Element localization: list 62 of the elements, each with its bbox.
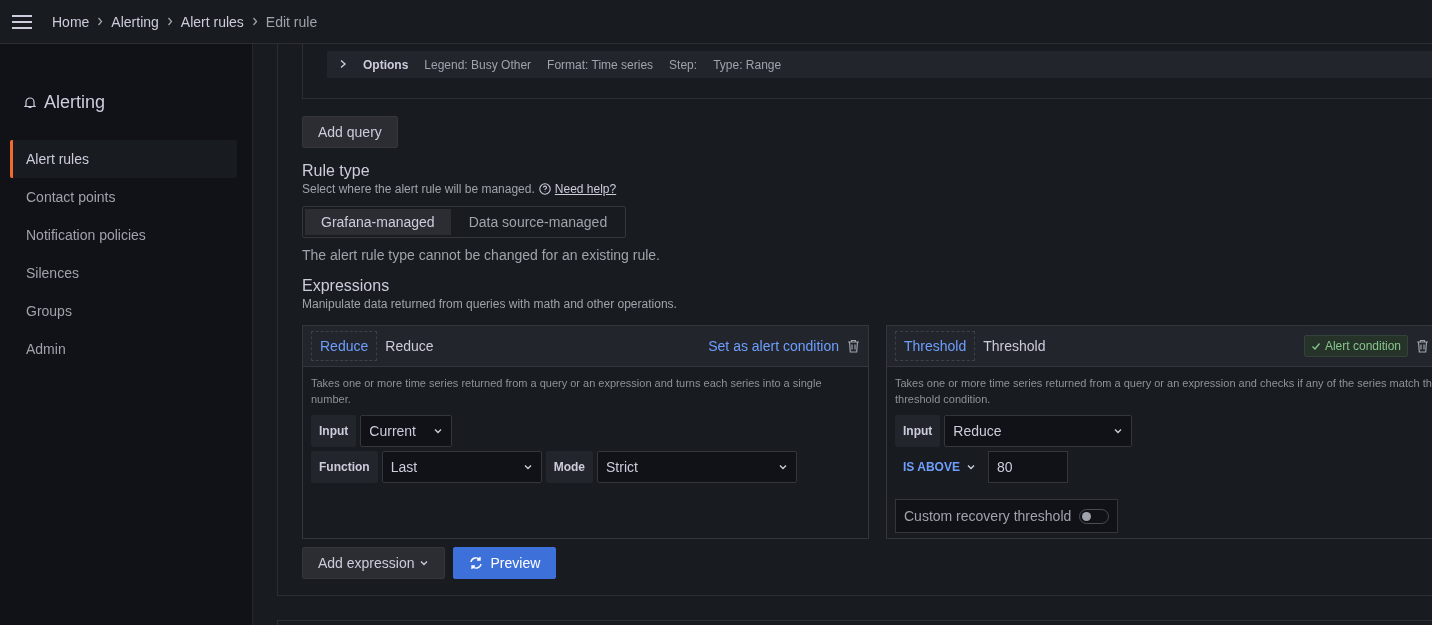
field-label: Input: [895, 415, 941, 447]
caret-icon: [522, 462, 533, 472]
section-heading: Expressions: [302, 277, 391, 295]
select-field[interactable]: Reduce: [944, 415, 1133, 447]
breadcrumb-link[interactable]: Edit rule: [265, 13, 318, 30]
expression-description: Takes one or more time series returned from a query or an expression and turns each series into a single number.: [311, 376, 823, 407]
select-field[interactable]: Last: [381, 451, 542, 483]
caret-icon: [433, 426, 444, 436]
operator-select[interactable]: IS ABOVE: [895, 451, 984, 483]
section-heading: Rule type: [302, 162, 371, 180]
toggle-label: Custom recovery threshold: [904, 508, 1072, 524]
rule-type-option[interactable]: Grafana-managed: [305, 209, 451, 235]
expression-name: Reduce: [385, 338, 435, 354]
preview-button[interactable]: Preview: [452, 547, 557, 579]
rule-type-note: The alert rule type cannot be changed for an existing rule.: [302, 247, 661, 263]
breadcrumb-link[interactable]: Home: [52, 13, 90, 30]
alert-condition-badge: Alert condition: [1303, 335, 1408, 357]
caret-icon: [418, 558, 429, 568]
bell-icon: [24, 96, 36, 109]
trash-icon[interactable]: [1416, 339, 1429, 353]
caret-icon: [1113, 426, 1124, 436]
field-label: Input: [311, 415, 357, 447]
rule-type-option[interactable]: Data source-managed: [452, 209, 624, 235]
options-label: Options: [363, 57, 409, 72]
section-description: Manipulate data returned from queries with math and other operations.: [302, 297, 677, 311]
option-summary: Step:: [669, 57, 698, 72]
breadcrumb-link[interactable]: Alerting: [111, 13, 159, 30]
breadcrumb-link[interactable]: Alert rules: [180, 13, 244, 30]
sidebar-item[interactable]: Silences: [10, 254, 237, 292]
select-field[interactable]: Strict: [597, 451, 797, 483]
expression-name: Threshold: [983, 338, 1047, 354]
field-label: Function: [311, 451, 378, 483]
option-summary: Type: Range: [713, 57, 782, 72]
caret-icon: [778, 462, 788, 472]
sidebar-item[interactable]: Groups: [10, 292, 237, 330]
section-title: Alerting: [44, 92, 106, 113]
query-options-bar[interactable]: Options Legend: Busy Other Format: Time series Step: Type: Range: [327, 51, 1432, 78]
field-label: Mode: [545, 451, 593, 483]
expression-type-label[interactable]: Threshold: [895, 331, 976, 361]
threshold-input[interactable]: 80: [987, 451, 1068, 483]
sidebar-item[interactable]: Contact points: [10, 178, 237, 216]
add-query-button[interactable]: Add query: [302, 116, 398, 148]
select-field[interactable]: Current: [360, 415, 453, 447]
check-icon: [1310, 341, 1321, 351]
chevron-icon: [251, 17, 258, 26]
sidebar-item[interactable]: Alert rules: [10, 140, 237, 178]
menu-icon[interactable]: [12, 14, 32, 29]
chevron-icon: [97, 17, 104, 26]
help-icon: [538, 183, 551, 195]
caret-icon: [965, 462, 976, 472]
help-link[interactable]: Need help?: [554, 182, 617, 196]
expression-type-label[interactable]: Reduce: [311, 331, 378, 361]
add-expression-button[interactable]: Add expression: [302, 547, 445, 579]
trash-icon[interactable]: [847, 339, 860, 353]
chevron-icon: [166, 17, 173, 26]
option-summary: Format: Time series: [547, 57, 654, 72]
sidebar-item[interactable]: Admin: [10, 330, 237, 368]
sidebar-item[interactable]: Notification policies: [10, 216, 237, 254]
set-condition-link[interactable]: Set as alert condition: [708, 338, 839, 354]
refresh-icon: [468, 556, 483, 570]
section-description: Select where the alert rule will be managed.: [302, 182, 535, 196]
option-summary: Legend: Busy Other: [424, 57, 532, 72]
